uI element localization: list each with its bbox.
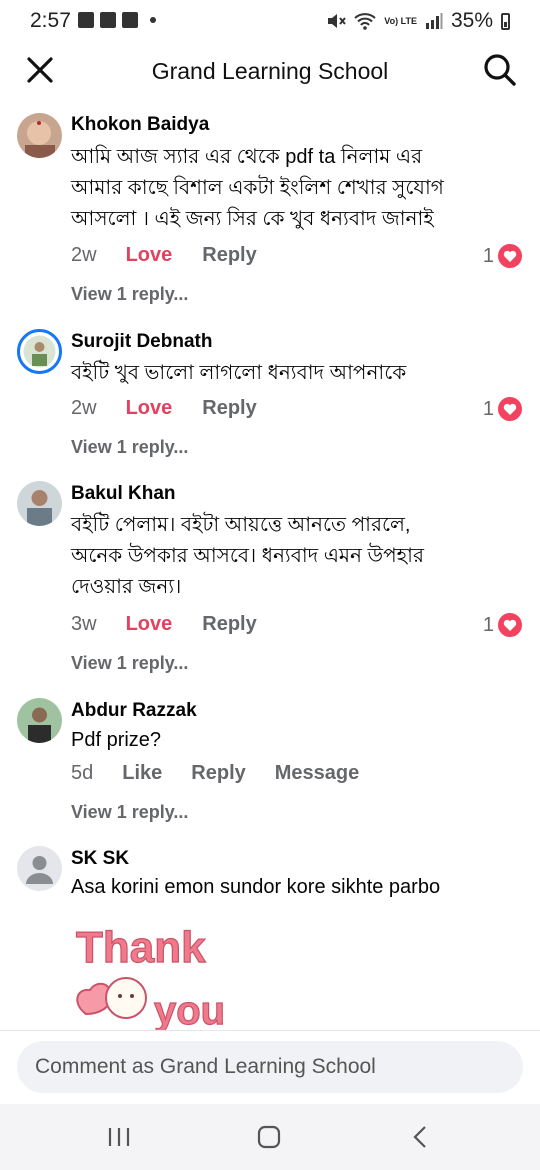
comment-actions: 2w Love Reply [71,397,286,420]
view-replies-link[interactable]: View 1 reply... [71,802,188,823]
avatar[interactable] [17,698,62,743]
commenter-name[interactable]: SK SK [71,848,129,870]
love-button[interactable]: Love [126,397,173,420]
reply-button[interactable]: Reply [202,397,256,420]
love-button[interactable]: Love [126,613,173,636]
avatar[interactable] [17,846,62,891]
view-replies-link[interactable]: View 1 reply... [71,437,188,458]
comment-text: আমি আজ স্যার এর থেকে pdf ta নিলাম এর আমা… [71,142,521,235]
love-button[interactable]: Love [126,244,173,267]
thank-you-sticker[interactable]: Thank you [74,918,244,1030]
status-bar: 2:57 Vo) LTE 35% [0,0,540,44]
comment-line: Pdf prize? [71,729,162,751]
more-notifications-dot [150,17,156,23]
heart-reaction-icon [498,244,522,268]
sticker-text-you: you [154,989,225,1030]
commenter-name[interactable]: Khokon Baidya [71,114,209,136]
reaction-summary[interactable]: 1 [483,397,522,421]
avatar[interactable] [17,329,62,374]
home-icon[interactable] [256,1124,282,1150]
avatar[interactable] [17,113,62,158]
avatar[interactable] [17,481,62,526]
heart-reaction-icon [498,613,522,637]
commenter-name[interactable]: Bakul Khan [71,483,176,505]
reaction-summary[interactable]: 1 [483,613,522,637]
app-header: Grand Learning School [0,44,540,100]
comment-text: Asa korini emon sundor kore sikhte parbo [71,872,521,903]
like-button[interactable]: Like [122,762,162,785]
comment-line: Asa korini emon sundor kore sikhte parbo [71,876,441,898]
recents-icon[interactable] [106,1124,132,1150]
page-title: Grand Learning School [151,58,389,84]
system-nav-bar [0,1104,540,1170]
reaction-count: 1 [482,613,494,636]
comment-actions: 5d Like Reply Message [71,762,388,785]
system-icons: Vo) LTE 35% [326,9,510,33]
commenter-name[interactable]: Surojit Debnath [71,331,212,353]
comment-line: অনেক উপকার আসবে। ধন্যবাদ এমন উপহার [71,545,424,567]
comment-timestamp: 2w [71,244,97,266]
view-replies-link[interactable]: View 1 reply... [71,653,188,674]
signal-icon [425,13,443,29]
checkbox-icon [122,12,138,28]
comment-line: বইটি পেলাম। বইটা আয়ত্তে আনতে পারলে, [71,514,411,536]
reply-button[interactable]: Reply [191,762,245,785]
network-type: Vo) LTE [384,15,417,26]
comment-line: বইটি খুব ভালো লাগলো ধন্যবাদ আপনাকে [71,362,407,384]
comment-timestamp: 2w [71,397,97,419]
sticker-character [105,977,147,1019]
status-time: 2:57 [30,9,71,32]
commenter-name[interactable]: Abdur Razzak [71,700,197,722]
notification-icons [78,12,156,28]
search-icon[interactable] [482,52,518,88]
reply-button[interactable]: Reply [202,244,256,267]
comment-actions: 2w Love Reply [71,244,286,267]
reply-button[interactable]: Reply [202,613,256,636]
book-icon [100,12,116,28]
view-replies-link[interactable]: View 1 reply... [71,284,188,305]
reaction-summary[interactable]: 1 [483,244,522,268]
comment-line: আমার কাছে বিশাল একটা ইংলিশ শেখার সুযোগ [71,177,444,199]
reaction-count: 1 [482,397,494,420]
comment-timestamp: 5d [71,762,94,784]
message-button[interactable]: Message [275,762,360,785]
comment-line: দেওয়ার জন্য। [71,576,182,598]
comment-line: আসলো । এই জন্য সির কে খুব ধন্যবাদ জানাই [71,208,434,230]
comment-text: বইটি পেলাম। বইটা আয়ত্তে আনতে পারলে, অনে… [71,510,521,603]
comment-line: আমি আজ স্যার এর থেকে pdf ta নিলাম এর [71,146,423,168]
heart-reaction-icon [498,397,522,421]
back-icon[interactable] [408,1124,434,1150]
comment-input[interactable]: Comment as Grand Learning School [17,1041,523,1093]
comment-text: Pdf prize? [71,725,521,756]
battery-percent: 35% [450,9,493,32]
comment-text: বইটি খুব ভালো লাগলো ধন্যবাদ আপনাকে [71,358,521,389]
comment-actions: 3w Love Reply [71,613,286,636]
wifi-icon [354,13,376,30]
mute-icon [328,14,347,28]
comment-composer: Comment as Grand Learning School [0,1030,540,1105]
sticker-text-thank: Thank [76,923,206,972]
default-avatar-icon [26,856,53,884]
comment-timestamp: 3w [71,613,97,635]
reaction-count: 1 [482,244,494,267]
battery-icon [501,12,510,30]
gallery-icon [78,12,94,28]
